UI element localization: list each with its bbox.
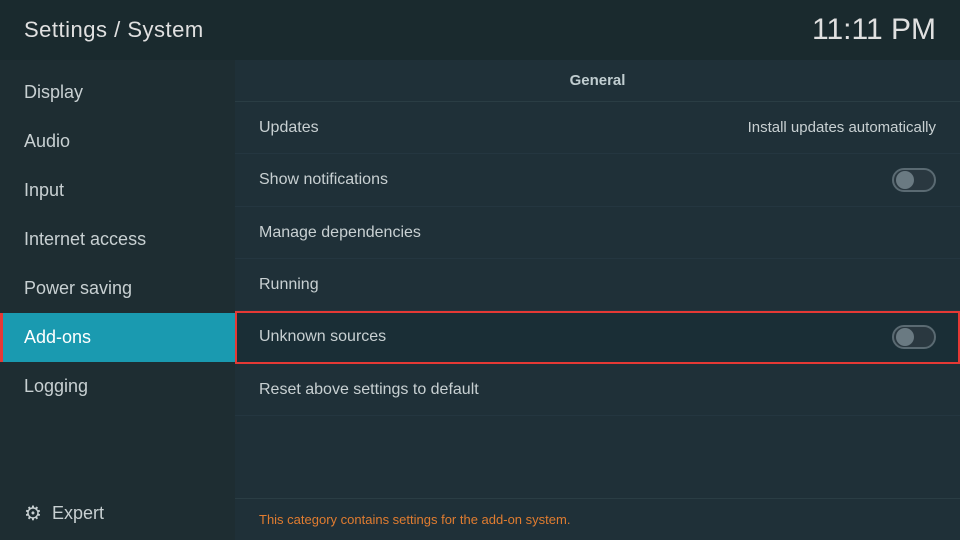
row-value-updates: Install updates automatically <box>748 119 936 136</box>
sidebar-item-logging[interactable]: Logging <box>0 362 235 411</box>
settings-row-updates[interactable]: Updates Install updates automatically <box>235 102 960 154</box>
page-title: Settings / System <box>24 17 204 43</box>
settings-row-unknown-sources[interactable]: Unknown sources <box>235 311 960 364</box>
content-footer: This category contains settings for the … <box>235 498 960 540</box>
settings-row-running[interactable]: Running <box>235 259 960 311</box>
row-label-reset: Reset above settings to default <box>259 381 479 399</box>
row-label-manage-dependencies: Manage dependencies <box>259 224 421 242</box>
section-header: General <box>235 60 960 102</box>
sidebar-item-internet-access[interactable]: Internet access <box>0 215 235 264</box>
sidebar-item-add-ons[interactable]: Add-ons <box>0 313 235 362</box>
row-label-show-notifications: Show notifications <box>259 171 388 189</box>
sidebar-item-audio[interactable]: Audio <box>0 117 235 166</box>
clock: 11:11 PM <box>812 13 936 47</box>
sidebar-item-input[interactable]: Input <box>0 166 235 215</box>
gear-icon: ⚙ <box>24 501 42 526</box>
settings-row-manage-dependencies[interactable]: Manage dependencies <box>235 207 960 259</box>
settings-row-reset[interactable]: Reset above settings to default <box>235 364 960 416</box>
settings-list: Updates Install updates automatically Sh… <box>235 102 960 416</box>
header: Settings / System 11:11 PM <box>0 0 960 60</box>
expert-button[interactable]: ⚙ Expert <box>0 487 235 540</box>
toggle-knob-show-notifications <box>896 171 914 189</box>
main-layout: Display Audio Input Internet access Powe… <box>0 60 960 540</box>
footer-text: This category contains settings for the … <box>259 512 570 527</box>
sidebar: Display Audio Input Internet access Powe… <box>0 60 235 540</box>
row-label-unknown-sources: Unknown sources <box>259 328 386 346</box>
content-area: General Updates Install updates automati… <box>235 60 960 540</box>
sidebar-item-display[interactable]: Display <box>0 68 235 117</box>
settings-panel: General Updates Install updates automati… <box>235 60 960 498</box>
toggle-unknown-sources[interactable] <box>892 325 936 349</box>
sidebar-item-power-saving[interactable]: Power saving <box>0 264 235 313</box>
row-label-updates: Updates <box>259 119 319 137</box>
settings-row-show-notifications[interactable]: Show notifications <box>235 154 960 207</box>
row-label-running: Running <box>259 276 319 294</box>
toggle-show-notifications[interactable] <box>892 168 936 192</box>
toggle-knob-unknown-sources <box>896 328 914 346</box>
